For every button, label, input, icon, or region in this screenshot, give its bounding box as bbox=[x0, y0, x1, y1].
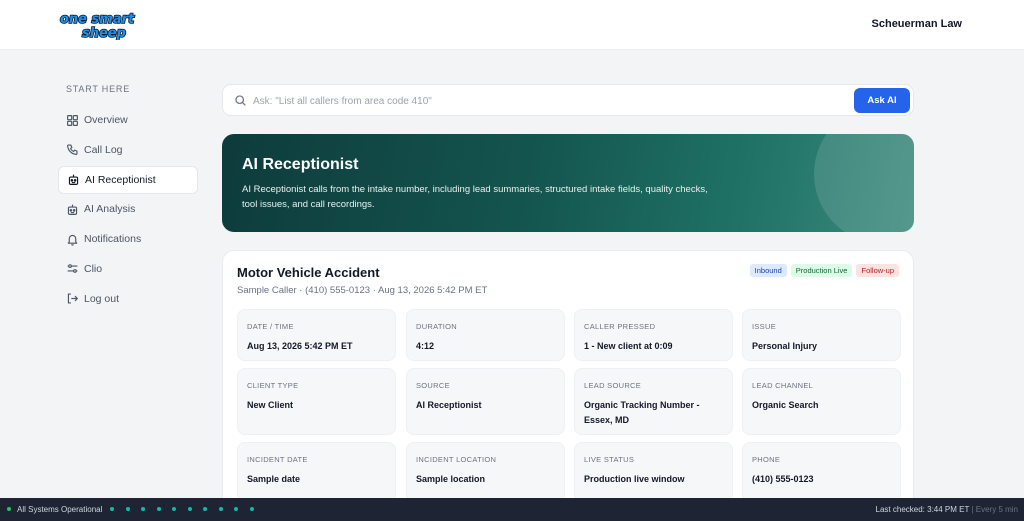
ask-ai-input[interactable] bbox=[253, 91, 833, 111]
field-value: New Client bbox=[247, 400, 294, 410]
field-label: CALLER PRESSED bbox=[584, 322, 656, 331]
field-client-type: CLIENT TYPE New Client bbox=[237, 368, 396, 435]
call-card: Motor Vehicle Accident Sample Caller · (… bbox=[222, 250, 914, 510]
uptime-dot-icon bbox=[110, 507, 114, 511]
field-label: INCIDENT LOCATION bbox=[416, 455, 497, 464]
field-label: SOURCE bbox=[416, 381, 450, 390]
field-lead-source: LEAD SOURCE Organic Tracking Number - Es… bbox=[574, 368, 733, 435]
ask-ai-button[interactable]: Ask AI bbox=[854, 88, 910, 113]
field-value: Sample date bbox=[247, 474, 301, 484]
sidebar-item-ai-analysis[interactable]: AI Analysis bbox=[58, 195, 198, 223]
one-smart-sheep-logo[interactable]: one smart sheep bbox=[58, 10, 146, 40]
tag-follow-up: Follow-up bbox=[856, 264, 899, 277]
decorative-circle bbox=[814, 134, 914, 232]
phone-icon bbox=[67, 144, 78, 156]
field-phone: PHONE (410) 555-0123 bbox=[742, 442, 901, 502]
system-status[interactable]: All Systems Operational bbox=[17, 505, 102, 514]
sidebar-item-clio[interactable]: Clio bbox=[58, 255, 198, 283]
page-title: AI Receptionist bbox=[242, 156, 359, 173]
uptime-dot-icon bbox=[125, 507, 130, 511]
field-label: ISSUE bbox=[752, 322, 777, 331]
uptime-dot-icon bbox=[249, 507, 254, 511]
field-value: Sample location bbox=[416, 474, 486, 484]
uptime-dot-icon bbox=[172, 507, 176, 511]
field-date-time: DATE / TIME Aug 13, 2026 5:42 PM ET bbox=[237, 309, 396, 361]
field-label: INCIDENT DATE bbox=[247, 455, 308, 464]
field-label: DURATION bbox=[416, 322, 458, 331]
sidebar-item-label: AI Receptionist bbox=[85, 173, 156, 186]
sidebar-item-notifications[interactable]: Notifications bbox=[58, 225, 198, 253]
search-icon bbox=[235, 95, 246, 106]
field-value: 1 - New client at 0:09 bbox=[584, 341, 673, 351]
field-value: Organic Tracking Number - Essex, MD bbox=[584, 400, 700, 425]
uptime-dot-icon bbox=[156, 507, 161, 511]
field-value: Aug 13, 2026 5:42 PM ET bbox=[247, 341, 353, 351]
uptime-dot-icon bbox=[203, 507, 207, 511]
field-source: SOURCE AI Receptionist bbox=[406, 368, 565, 435]
sidebar-item-overview[interactable]: Overview bbox=[58, 106, 198, 134]
status-ok-icon bbox=[7, 507, 11, 511]
hero-banner: AI Receptionist AI Receptionist calls fr… bbox=[222, 134, 914, 232]
sidebar-item-log-out[interactable]: Log out bbox=[58, 285, 198, 313]
field-value: (410) 555-0123 bbox=[752, 474, 814, 484]
field-incident-date: INCIDENT DATE Sample date bbox=[237, 442, 396, 502]
field-label: DATE / TIME bbox=[247, 322, 294, 331]
sidebar-item-label: AI Analysis bbox=[84, 203, 136, 216]
last-checked-time: Last checked: 3:44 PM ET bbox=[875, 505, 970, 514]
field-label: CLIENT TYPE bbox=[247, 381, 299, 390]
uptime-dot-icon bbox=[187, 507, 192, 511]
uptime-dots bbox=[110, 507, 254, 511]
page-description: AI Receptionist calls from the intake nu… bbox=[242, 184, 708, 210]
field-value: Organic Search bbox=[752, 400, 819, 410]
robot-icon bbox=[67, 204, 78, 215]
tag-inbound: Inbound bbox=[749, 264, 787, 277]
svg-text:sheep: sheep bbox=[82, 26, 126, 40]
field-live-status: LIVE STATUS Production live window bbox=[574, 442, 733, 502]
field-label: LIVE STATUS bbox=[584, 455, 635, 464]
logout-icon bbox=[67, 293, 78, 304]
sidebar-item-ai-receptionist[interactable]: AI Receptionist bbox=[58, 165, 198, 194]
field-label: LEAD SOURCE bbox=[584, 381, 642, 390]
uptime-dot-icon bbox=[141, 507, 145, 511]
field-label: PHONE bbox=[752, 455, 781, 464]
field-label: LEAD CHANNEL bbox=[752, 381, 814, 390]
field-value: Personal Injury bbox=[752, 341, 818, 351]
sidebar-item-call-log[interactable]: Call Log bbox=[58, 136, 198, 164]
sidebar-item-label: Clio bbox=[84, 262, 103, 275]
field-value: Production live window bbox=[584, 474, 685, 484]
field-value: AI Receptionist bbox=[416, 400, 482, 410]
top-bar: one smart sheep Scheuerman Law bbox=[0, 0, 1024, 50]
grid-icon bbox=[67, 114, 78, 126]
tag-production-live: Production Live bbox=[790, 264, 853, 277]
uptime-dot-icon bbox=[234, 507, 238, 511]
call-tags: Inbound Production Live Follow-up bbox=[749, 264, 899, 277]
last-checked: Last checked: 3:44 PM ET | Every 5 min bbox=[876, 505, 1018, 514]
sidebar-item-label: Overview bbox=[84, 114, 128, 126]
check-frequency: Every 5 min bbox=[975, 505, 1018, 514]
field-lead-channel: LEAD CHANNEL Organic Search bbox=[742, 368, 901, 435]
field-incident-location: INCIDENT LOCATION Sample location bbox=[406, 442, 565, 502]
ask-ai-search-bar: Ask AI bbox=[222, 84, 914, 116]
svg-text:one smart: one smart bbox=[60, 12, 135, 27]
org-name[interactable]: Scheuerman Law bbox=[872, 18, 962, 30]
sliders-icon bbox=[67, 264, 78, 274]
bell-icon bbox=[67, 234, 78, 246]
uptime-dot-icon bbox=[218, 507, 223, 511]
sidebar-heading: START HERE bbox=[66, 84, 131, 94]
sidebar-item-label: Notifications bbox=[84, 233, 142, 246]
status-bar: All Systems Operational Last checked: 3:… bbox=[0, 498, 1024, 521]
sidebar-item-label: Call Log bbox=[84, 143, 123, 156]
robot-icon bbox=[68, 174, 79, 186]
field-duration: DURATION 4:12 bbox=[406, 309, 565, 361]
field-value: 4:12 bbox=[416, 341, 435, 351]
call-subtitle: Sample Caller · (410) 555-0123 · Aug 13,… bbox=[237, 285, 488, 296]
sidebar: START HERE Overview Call Log AI Receptio… bbox=[58, 78, 198, 313]
field-caller-pressed: CALLER PRESSED 1 - New client at 0:09 bbox=[574, 309, 733, 361]
call-title: Motor Vehicle Accident bbox=[237, 265, 380, 280]
field-issue: ISSUE Personal Injury bbox=[742, 309, 901, 361]
sidebar-item-label: Log out bbox=[84, 292, 120, 305]
